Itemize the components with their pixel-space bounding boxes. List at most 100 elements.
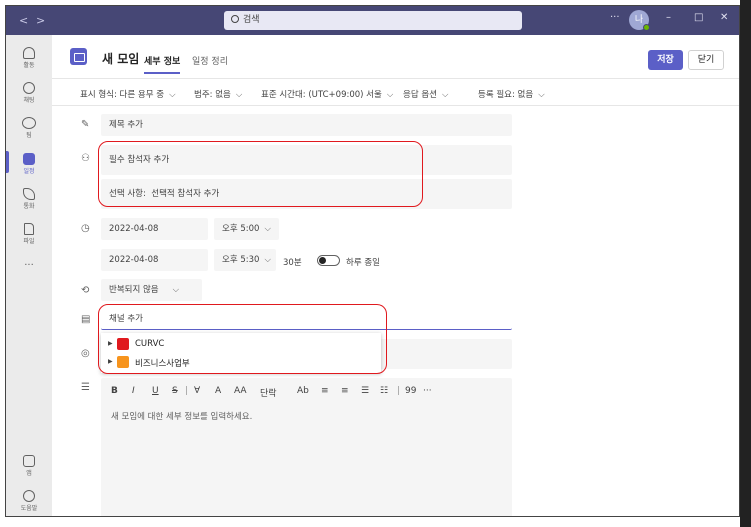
rail-label: 일정 — [23, 168, 35, 175]
tab-details[interactable]: 세부 정보 — [144, 54, 181, 74]
response-options-dropdown[interactable]: 응답 옵션 ⌵ — [403, 88, 448, 100]
registration-label: 등록 필요: 없음 — [478, 90, 534, 100]
left-rail: 활동 채팅 팀 일정 통화 파일 ··· 앱 도움말 — [6, 35, 52, 516]
options-bar: 표시 형식: 다른 용무 중 ⌵ 범주: 없음 ⌵ 표준 시간대: (UTC+09:… — [52, 78, 739, 106]
form-header: 새 모임 세부 정보 일정 정리 저장 닫기 — [52, 35, 739, 78]
rail-label: 통화 — [23, 203, 35, 210]
show-as-label: 표시 형식: 다른 용무 중 — [80, 90, 165, 100]
clock-icon: ◷ — [81, 223, 90, 234]
outdent-button[interactable]: ≡ — [321, 386, 329, 396]
indent-button[interactable]: ≡ — [341, 386, 349, 396]
highlight-button[interactable]: ∀ — [194, 386, 200, 396]
bold-button[interactable]: B — [111, 386, 118, 396]
underline-button[interactable]: U — [152, 386, 159, 396]
strikethrough-button[interactable]: S — [172, 386, 178, 396]
rail-label: 도움말 — [20, 505, 38, 512]
all-day-toggle[interactable] — [317, 255, 340, 266]
forward-icon[interactable]: > — [36, 14, 45, 27]
chevron-down-icon: ⌵ — [441, 90, 449, 100]
timezone-label: 표준 시간대: (UTC+09:00) 서울 — [261, 90, 382, 100]
title-input[interactable]: 제목 추가 — [101, 114, 512, 136]
chevron-down-icon: ⌵ — [538, 90, 545, 100]
italic-button[interactable]: I — [132, 386, 135, 396]
chevron-down-icon: ⌵ — [386, 90, 394, 100]
repeat-value: 반복되지 않음 — [109, 285, 159, 295]
font-color-button[interactable]: A — [215, 386, 221, 396]
apps-icon — [23, 455, 35, 467]
teams-window: < > 검색 ··· 나 – □ ✕ 활동 채팅 팀 일정 통화 파일 ··· … — [5, 5, 740, 517]
teams-icon — [22, 117, 36, 129]
page-title: 새 모임 — [102, 52, 140, 66]
file-icon — [24, 223, 34, 235]
rail-item-teams[interactable]: 팀 — [6, 117, 52, 139]
start-date-picker[interactable]: 2022-04-08 — [101, 218, 208, 240]
duration-label: 30분 — [283, 258, 302, 268]
close-button[interactable]: 닫기 — [688, 50, 724, 70]
chevron-down-icon: ⌵ — [264, 224, 271, 234]
end-time-picker[interactable]: 오후 5:30 ⌵ — [214, 249, 276, 271]
numbered-list-button[interactable]: ☷ — [380, 386, 388, 396]
minimize-button[interactable]: – — [666, 12, 671, 23]
pencil-icon: ✎ — [81, 119, 90, 130]
end-date-value: 2022-04-08 — [109, 255, 159, 265]
rail-item-activity[interactable]: 활동 — [6, 47, 52, 69]
chevron-down-icon: ⌵ — [235, 90, 243, 100]
meeting-form: 새 모임 세부 정보 일정 정리 저장 닫기 표시 형식: 다른 용무 중 ⌵ 범… — [52, 35, 739, 516]
search-placeholder: 검색 — [243, 15, 260, 25]
tab-scheduling-assistant[interactable]: 일정 정리 — [192, 54, 228, 67]
add-people-icon: ⚇ — [81, 153, 90, 164]
details-placeholder: 새 모임에 대한 세부 정보를 입력하세요. — [111, 412, 253, 422]
start-time-value: 오후 5:00 — [222, 224, 260, 234]
rail-item-more[interactable]: ··· — [6, 260, 52, 271]
rail-item-calendar[interactable]: 일정 — [6, 151, 52, 175]
chevron-down-icon: ⌵ — [264, 255, 271, 265]
search-box[interactable]: 검색 — [224, 11, 522, 30]
start-date-value: 2022-04-08 — [109, 224, 159, 234]
rail-label: 파일 — [23, 238, 35, 245]
back-icon[interactable]: < — [19, 14, 28, 27]
more-options-button[interactable]: ··· — [610, 12, 620, 23]
close-window-button[interactable]: ✕ — [720, 12, 728, 23]
clear-format-button[interactable]: Ab — [297, 386, 309, 396]
calendar-icon — [70, 48, 87, 65]
rail-item-files[interactable]: 파일 — [6, 223, 52, 245]
rail-label: 활동 — [23, 62, 35, 69]
bullet-list-button[interactable]: ☰ — [361, 386, 369, 396]
category-label: 범주: 없음 — [194, 90, 231, 100]
start-time-picker[interactable]: 오후 5:00 ⌵ — [214, 218, 279, 240]
more-format-button[interactable]: ··· — [423, 386, 432, 396]
timezone-dropdown[interactable]: 표준 시간대: (UTC+09:00) 서울 ⌵ — [261, 88, 393, 100]
title-bar: < > 검색 ··· 나 – □ ✕ — [6, 6, 739, 35]
text-format-icon: ☰ — [81, 382, 90, 393]
avatar[interactable]: 나 — [629, 10, 650, 31]
help-icon — [23, 490, 35, 502]
rail-label: 팀 — [26, 132, 32, 139]
rail-item-calls[interactable]: 통화 — [6, 188, 52, 210]
maximize-button[interactable]: □ — [694, 12, 703, 23]
chat-icon — [23, 82, 35, 94]
more-icon: ··· — [24, 260, 34, 271]
font-size-button[interactable]: AA — [234, 386, 247, 396]
paragraph-dropdown[interactable]: 단락 — [260, 386, 277, 399]
avatar-initial: 나 — [634, 15, 644, 25]
end-date-picker[interactable]: 2022-04-08 — [101, 249, 208, 271]
save-button[interactable]: 저장 — [648, 50, 683, 70]
all-day-label: 하루 종일 — [346, 258, 380, 268]
response-label: 응답 옵션 — [403, 90, 437, 100]
channel-highlight — [98, 304, 387, 374]
repeat-dropdown[interactable]: 반복되지 않음 ⌵ — [101, 279, 202, 301]
show-as-dropdown[interactable]: 표시 형식: 다른 용무 중 ⌵ — [80, 88, 176, 100]
rail-item-apps[interactable]: 앱 — [6, 455, 52, 477]
registration-dropdown[interactable]: 등록 필요: 없음 ⌵ — [478, 88, 545, 100]
status-dot — [643, 24, 650, 31]
details-editor[interactable] — [101, 378, 512, 516]
attendees-highlight — [98, 141, 423, 207]
channel-icon: ▤ — [81, 314, 91, 325]
quote-button[interactable]: 99 — [405, 386, 416, 396]
rail-label: 채팅 — [23, 97, 35, 104]
toolbar-divider: | — [185, 386, 189, 396]
category-dropdown[interactable]: 범주: 없음 ⌵ — [194, 88, 242, 100]
rail-item-help[interactable]: 도움말 — [6, 490, 52, 512]
search-icon — [231, 15, 239, 23]
rail-item-chat[interactable]: 채팅 — [6, 82, 52, 104]
